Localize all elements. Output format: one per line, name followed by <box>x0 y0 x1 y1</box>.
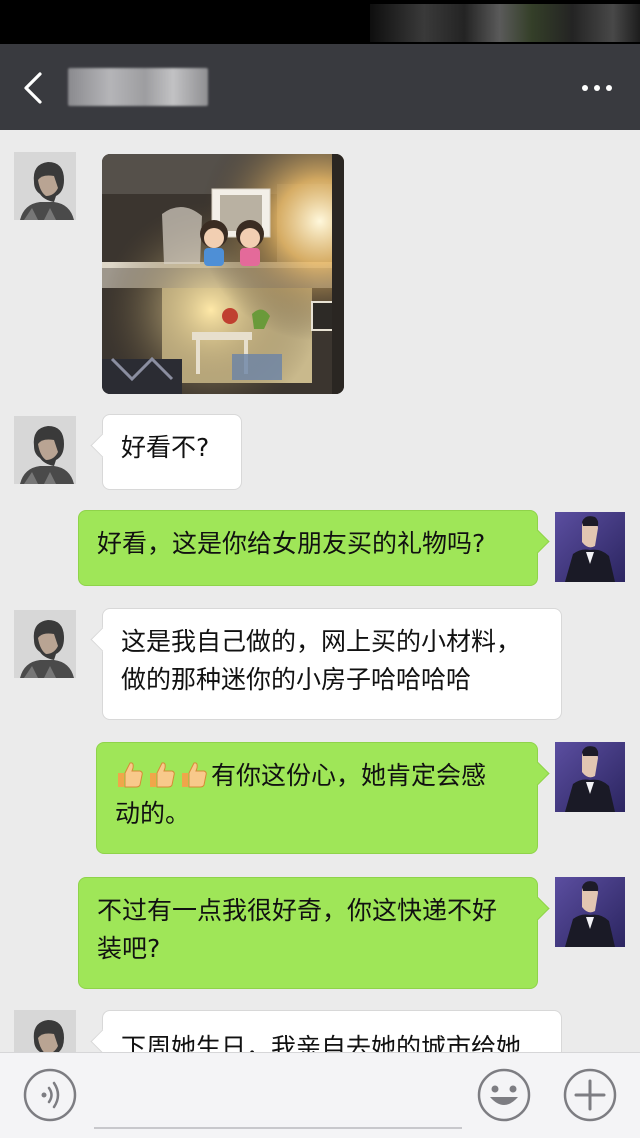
message-item: 下周她生日，我亲自去她的城市给她 <box>0 1000 640 1052</box>
message-bubble[interactable]: 不过有一点我很好奇，你这快递不好 装吧? <box>78 877 538 989</box>
message-item: 这是我自己做的，网上买的小材料， 做的那种迷你的小房子哈哈哈哈 <box>0 600 640 730</box>
thumbs-up-icon <box>182 762 207 788</box>
emoji-icon[interactable] <box>476 1067 532 1123</box>
message-bubble[interactable]: 好看不? <box>102 414 242 490</box>
avatar[interactable] <box>14 152 76 220</box>
shared-photo[interactable] <box>102 154 344 394</box>
message-text-line: 下周她生日，我亲自去她的城市给她 <box>121 1033 522 1052</box>
avatar[interactable] <box>14 1010 76 1052</box>
message-bubble[interactable]: 好看，这是你给女朋友买的礼物吗? <box>78 510 538 586</box>
message-text-line: 有你这份心，她肯定会感 <box>115 757 519 795</box>
message-item: 有你这份心，她肯定会感 动的。 <box>0 730 640 865</box>
thumbs-up-icon <box>118 762 143 788</box>
message-bubble[interactable]: 有你这份心，她肯定会感 动的。 <box>96 742 538 854</box>
message-text-line: 动的。 <box>115 799 191 828</box>
message-text-line: 装吧? <box>97 934 161 963</box>
message-item: 好看，这是你给女朋友买的礼物吗? <box>0 500 640 600</box>
avatar[interactable] <box>555 877 625 947</box>
message-item: 不过有一点我很好奇，你这快递不好 装吧? <box>0 865 640 1000</box>
message-text: 好看不? <box>121 433 210 462</box>
input-bar <box>0 1052 640 1138</box>
avatar[interactable] <box>555 512 625 582</box>
message-input[interactable] <box>94 1065 462 1129</box>
message-text-line: 这是我自己做的，网上买的小材料， <box>121 627 522 656</box>
thumbs-up-icon <box>150 762 175 788</box>
plus-icon[interactable] <box>562 1067 618 1123</box>
chat-title-blurred <box>68 68 208 106</box>
status-icons-blurred <box>370 4 640 42</box>
avatar[interactable] <box>14 416 76 484</box>
message-bubble[interactable]: 这是我自己做的，网上买的小材料， 做的那种迷你的小房子哈哈哈哈 <box>102 608 562 720</box>
message-text-line: 做的那种迷你的小房子哈哈哈哈 <box>121 665 472 694</box>
message-text-line: 不过有一点我很好奇，你这快递不好 <box>97 896 498 925</box>
message-item: 好看不? <box>0 400 640 500</box>
status-bar <box>0 0 640 44</box>
more-dots-icon[interactable] <box>580 80 614 96</box>
nav-bar <box>0 44 640 130</box>
avatar[interactable] <box>14 610 76 678</box>
voice-icon[interactable] <box>22 1067 78 1123</box>
message-bubble[interactable]: 下周她生日，我亲自去她的城市给她 <box>102 1010 562 1052</box>
avatar[interactable] <box>555 742 625 812</box>
message-text: 好看，这是你给女朋友买的礼物吗? <box>97 529 486 558</box>
message-text: 有你这份心，她肯定会感 <box>211 761 487 790</box>
chat-area[interactable]: 好看不? 好看，这是你给女朋友买的礼物吗? 这是我自己做的，网上买的小材料， 做… <box>0 130 640 1052</box>
message-item <box>0 130 640 400</box>
chevron-left-icon[interactable] <box>16 68 56 108</box>
